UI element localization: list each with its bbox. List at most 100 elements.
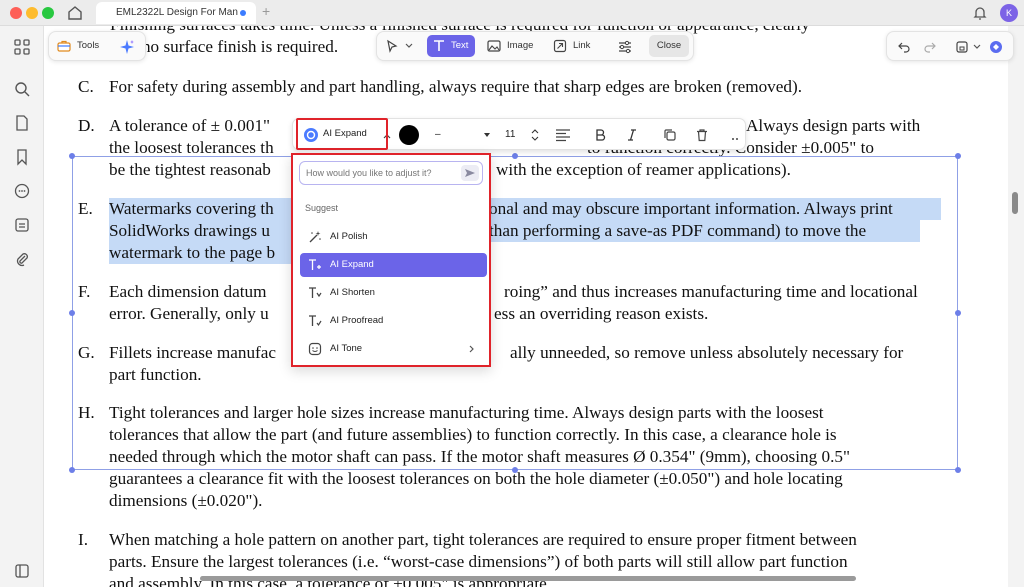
thumbnails-icon[interactable] (13, 38, 31, 56)
copy-icon[interactable] (663, 128, 677, 142)
ai-expand-highlight-box (296, 118, 388, 150)
link-tool-label: Link (573, 40, 591, 51)
suggest-section-label: Suggest (305, 203, 339, 213)
ai-tone-label: AI Tone (330, 343, 363, 354)
resize-handle[interactable] (955, 467, 961, 473)
item-marker: I. (78, 530, 89, 549)
minimize-window-button[interactable] (26, 7, 38, 19)
send-button[interactable] (461, 165, 479, 181)
ai-expand-item-label: AI Expand (330, 259, 374, 270)
link-tool-button[interactable]: Link (549, 35, 597, 57)
comment-icon[interactable] (13, 182, 31, 200)
doc-line: When matching a hole pattern on another … (109, 530, 857, 549)
close-edit-button[interactable]: Close (649, 35, 689, 57)
text-expand-icon (309, 259, 321, 270)
unsaved-dot-icon (240, 10, 246, 16)
ai-polish-item[interactable]: AI Polish (300, 225, 487, 249)
text-box-selection-frame[interactable] (72, 156, 958, 470)
ai-tone-item[interactable]: AI Tone (300, 337, 487, 361)
close-window-button[interactable] (10, 7, 22, 19)
chevron-right-icon (469, 345, 474, 353)
ai-proofread-label: AI Proofread (330, 315, 384, 326)
stamp-icon[interactable] (13, 216, 31, 234)
attachment-icon[interactable] (13, 250, 31, 268)
redo-icon[interactable] (923, 40, 937, 54)
ai-shorten-label: AI Shorten (330, 287, 375, 298)
chevron-down-icon[interactable] (973, 43, 981, 51)
ai-assistant-icon[interactable] (989, 40, 1003, 54)
ai-proofread-item[interactable]: AI Proofread (300, 309, 487, 333)
bell-icon[interactable] (972, 4, 988, 22)
edit-toolbar: Text Image Link Close (376, 31, 694, 61)
ai-shorten-item[interactable]: AI Shorten (300, 281, 487, 305)
doc-line: Always design parts with (746, 116, 921, 135)
resize-handle[interactable] (512, 467, 518, 473)
avatar[interactable]: K (1000, 4, 1018, 22)
tools-button[interactable]: Tools (55, 35, 109, 57)
more-icon[interactable] (731, 128, 741, 142)
page-icon[interactable] (13, 114, 31, 132)
doc-line: For safety during assembly and part hand… (109, 77, 803, 96)
resize-handle[interactable] (69, 153, 75, 159)
ai-prompt-input[interactable] (299, 161, 483, 185)
text-tool-button[interactable]: Text (427, 35, 475, 57)
bold-icon[interactable] (593, 128, 607, 142)
resize-handle[interactable] (955, 310, 961, 316)
doc-line: guarantees a clearance fit with the loos… (109, 469, 843, 488)
text-t-icon (434, 40, 444, 51)
new-tab-button[interactable]: + (262, 3, 270, 19)
image-tool-button[interactable]: Image (483, 35, 539, 57)
caret-down-icon (484, 133, 490, 137)
sliders-icon[interactable] (617, 40, 633, 54)
document-tab-title: EML2322L Design For Man (116, 7, 238, 18)
cursor-arrow-icon (387, 39, 398, 53)
send-icon (465, 169, 475, 177)
resize-handle[interactable] (512, 153, 518, 159)
zoom-window-button[interactable] (42, 7, 54, 19)
save-icon[interactable] (955, 40, 969, 54)
undo-icon[interactable] (897, 40, 911, 54)
document-tab[interactable]: EML2322L Design For Man (96, 2, 256, 24)
text-color-swatch[interactable] (399, 125, 419, 145)
item-marker: C. (78, 77, 94, 96)
item-marker: D. (78, 116, 95, 135)
select-tool-button[interactable] (381, 35, 417, 57)
resize-handle[interactable] (955, 153, 961, 159)
ai-polish-label: AI Polish (330, 231, 368, 242)
ai-sparkle-icon[interactable] (119, 39, 135, 55)
image-icon (487, 40, 501, 52)
link-icon (553, 39, 567, 53)
vertical-scrollbar[interactable] (1012, 192, 1018, 214)
smile-icon (308, 342, 322, 356)
delete-icon[interactable] (695, 128, 709, 142)
doc-line: dimensions (±0.020"). (109, 491, 263, 510)
doc-line: A tolerance of ± 0.001" (109, 116, 271, 135)
ai-action-menu: Suggest AI Polish AI Expand AI Shorten A… (291, 153, 491, 367)
history-pill (886, 31, 1014, 61)
ai-expand-item[interactable]: AI Expand (300, 253, 487, 277)
font-size-value: 11 (505, 129, 516, 140)
chevron-down-icon (405, 43, 413, 48)
sparkle-wand-icon (309, 231, 321, 243)
image-tool-label: Image (507, 40, 534, 51)
align-left-icon[interactable] (555, 128, 571, 142)
text-tool-label: Text (451, 40, 469, 51)
left-sidebar (0, 26, 44, 587)
horizontal-scrollbar[interactable] (200, 576, 856, 581)
font-size-stepper[interactable]: 11 (501, 125, 541, 145)
tools-pill: Tools (48, 31, 146, 61)
doc-line: parts. Ensure the largest tolerances (i.… (109, 552, 848, 571)
resize-handle[interactable] (69, 310, 75, 316)
resize-handle[interactable] (69, 467, 75, 473)
bookmark-icon[interactable] (13, 148, 31, 166)
search-icon[interactable] (13, 80, 31, 98)
home-icon[interactable] (66, 4, 84, 22)
tools-label: Tools (77, 40, 100, 51)
font-family-value: – (435, 129, 441, 140)
text-shorten-icon (309, 287, 322, 298)
font-family-select[interactable]: – (431, 125, 495, 145)
sidebar-toggle-icon[interactable] (13, 562, 31, 580)
italic-icon[interactable] (625, 128, 639, 142)
stepper-arrows-icon (531, 129, 539, 141)
text-proofread-icon (309, 315, 322, 327)
